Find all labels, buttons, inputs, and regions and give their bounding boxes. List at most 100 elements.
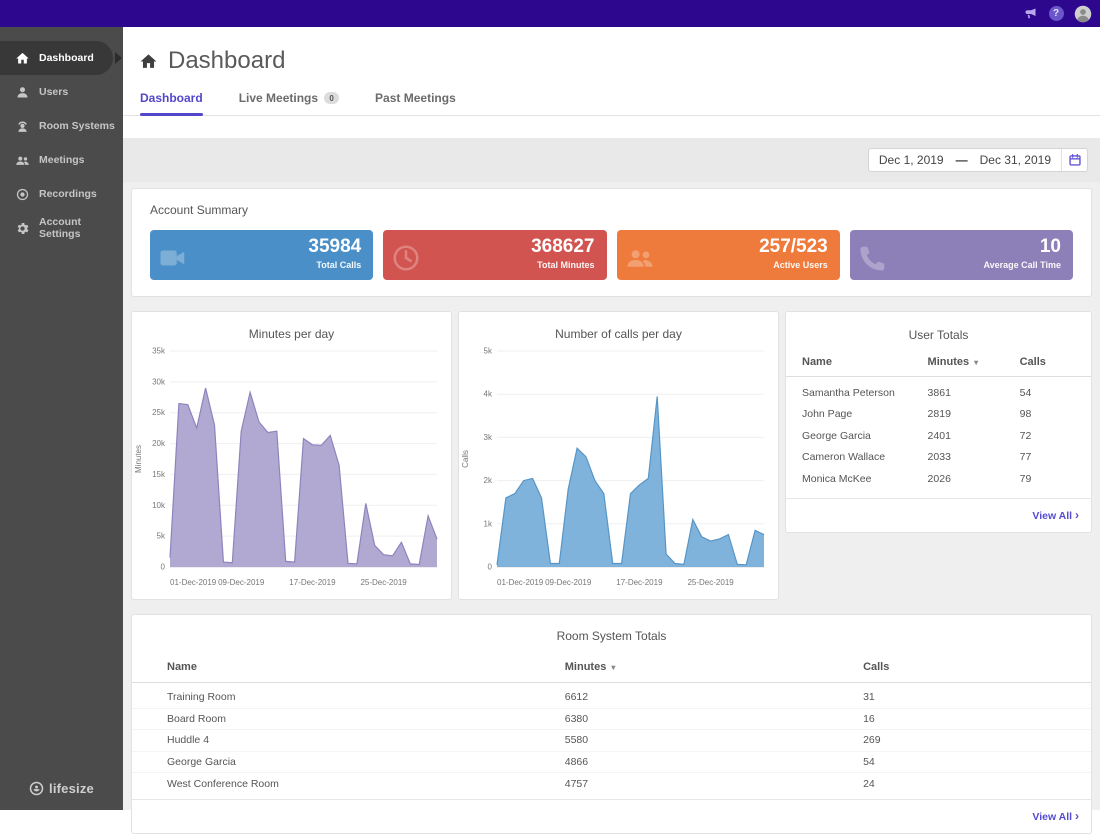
cell-name: George Garcia xyxy=(802,430,928,442)
tab-past-meetings[interactable]: Past Meetings xyxy=(375,91,456,115)
svg-text:1k: 1k xyxy=(484,519,493,528)
account-summary-title: Account Summary xyxy=(150,203,1073,217)
account-summary-card: Account Summary 35984 Total Calls 368627 To… xyxy=(131,188,1092,297)
summary-card-total-minutes: 368627 Total Minutes xyxy=(383,230,606,280)
user-totals-card: User Totals Name Minutes▾ Calls Samantha… xyxy=(785,311,1092,533)
date-range-picker[interactable]: Dec 1, 2019 — Dec 31, 2019 xyxy=(868,148,1088,172)
cell-name: Cameron Wallace xyxy=(802,451,928,463)
cell-minutes: 6380 xyxy=(565,713,863,725)
svg-text:3k: 3k xyxy=(484,433,493,442)
announcements-icon[interactable] xyxy=(1022,6,1038,22)
svg-text:17-Dec-2019: 17-Dec-2019 xyxy=(616,578,663,587)
svg-text:0: 0 xyxy=(161,563,166,572)
summary-label: Total Minutes xyxy=(395,260,594,270)
user-totals-header: Name Minutes▾ Calls xyxy=(786,356,1091,377)
cell-name: Board Room xyxy=(167,713,565,725)
col-calls[interactable]: Calls xyxy=(863,661,1071,673)
user-icon xyxy=(15,85,30,100)
cell-name: Training Room xyxy=(167,691,565,703)
summary-card-active-users: 257/523 Active Users xyxy=(617,230,840,280)
sidebar-item-label: Users xyxy=(39,86,68,98)
room-totals-title: Room System Totals xyxy=(132,615,1091,661)
cell-calls: 31 xyxy=(863,691,1071,703)
col-name[interactable]: Name xyxy=(802,356,928,368)
summary-value: 368627 xyxy=(395,237,594,258)
table-row: Huddle 45580269 xyxy=(132,730,1091,752)
summary-value: 35984 xyxy=(162,237,361,258)
sidebar-item-users[interactable]: Users xyxy=(0,75,123,109)
sidebar-item-label: Dashboard xyxy=(39,52,94,64)
calls-chart-title: Number of calls per day xyxy=(459,312,778,341)
cell-calls: 77 xyxy=(1020,451,1081,463)
col-name[interactable]: Name xyxy=(167,661,565,673)
cell-name: Samantha Peterson xyxy=(802,387,928,399)
svg-text:01-Dec-2019: 01-Dec-2019 xyxy=(497,578,544,587)
page-title: Dashboard xyxy=(168,47,285,75)
date-start[interactable]: Dec 1, 2019 xyxy=(869,153,954,167)
sidebar-item-recordings[interactable]: Recordings xyxy=(0,177,123,211)
svg-text:Minutes: Minutes xyxy=(134,445,143,473)
sidebar-item-label: Meetings xyxy=(39,154,85,166)
account-avatar[interactable] xyxy=(1074,5,1092,23)
cell-minutes: 2401 xyxy=(928,430,1020,442)
help-icon[interactable]: ? xyxy=(1048,6,1064,22)
gear-icon xyxy=(15,221,30,236)
col-calls[interactable]: Calls xyxy=(1020,356,1081,368)
cell-minutes: 4757 xyxy=(565,778,863,790)
summary-cards-row: 35984 Total Calls 368627 Total Minutes 257/5… xyxy=(150,230,1073,280)
room-totals-footer: View All › xyxy=(132,799,1091,833)
calls-per-day-chart: 01k2k3k4k5k01-Dec-201909-Dec-201917-Dec-… xyxy=(459,341,778,599)
date-filter-row: Dec 1, 2019 — Dec 31, 2019 xyxy=(123,138,1100,182)
cell-name: Huddle 4 xyxy=(167,734,565,746)
calendar-icon[interactable] xyxy=(1061,149,1087,171)
cell-calls: 79 xyxy=(1020,473,1081,485)
user-totals-footer: View All › xyxy=(786,498,1091,532)
svg-text:10k: 10k xyxy=(152,501,166,510)
tab-dashboard[interactable]: Dashboard xyxy=(140,91,203,115)
cell-calls: 16 xyxy=(863,713,1071,725)
summary-value: 257/523 xyxy=(629,237,828,258)
table-row: Training Room661231 xyxy=(132,687,1091,709)
svg-text:5k: 5k xyxy=(157,532,166,541)
room-view-all-link[interactable]: View All › xyxy=(1032,811,1079,823)
room-system-icon xyxy=(14,118,30,134)
table-row: Samantha Peterson386154 xyxy=(786,382,1091,404)
minutes-per-day-chart: 05k10k15k20k25k30k35k01-Dec-201909-Dec-2… xyxy=(132,341,451,599)
meetings-icon xyxy=(15,153,30,168)
calls-per-day-chart-card: Number of calls per day 01k2k3k4k5k01-De… xyxy=(458,311,779,600)
svg-text:15k: 15k xyxy=(152,470,166,479)
user-view-all-link[interactable]: View All › xyxy=(1032,510,1079,522)
sidebar-item-account-settings[interactable]: Account Settings xyxy=(0,211,123,245)
sidebar-item-room-systems[interactable]: Room Systems xyxy=(0,109,123,143)
cell-name: West Conference Room xyxy=(167,778,565,790)
col-minutes[interactable]: Minutes▾ xyxy=(928,356,1020,368)
room-totals-header: Name Minutes▾ Calls xyxy=(132,661,1091,683)
cell-calls: 54 xyxy=(863,756,1071,768)
minutes-per-day-chart-card: Minutes per day 05k10k15k20k25k30k35k01-… xyxy=(131,311,452,600)
summary-label: Total Calls xyxy=(162,260,361,270)
question-mark: ? xyxy=(1049,6,1064,21)
col-minutes[interactable]: Minutes▾ xyxy=(565,661,863,673)
tab-live-meetings[interactable]: Live Meetings 0 xyxy=(239,91,339,115)
summary-card-total-calls: 35984 Total Calls xyxy=(150,230,373,280)
sidebar-item-meetings[interactable]: Meetings xyxy=(0,143,123,177)
svg-text:35k: 35k xyxy=(152,347,166,356)
svg-text:0: 0 xyxy=(488,563,493,572)
svg-text:Calls: Calls xyxy=(461,450,470,468)
table-row: Board Room638016 xyxy=(132,709,1091,731)
top-bar: ? xyxy=(0,0,1100,27)
summary-value: 10 xyxy=(862,237,1061,258)
date-end[interactable]: Dec 31, 2019 xyxy=(970,153,1061,167)
cell-calls: 98 xyxy=(1020,408,1081,420)
sidebar-item-label: Room Systems xyxy=(39,120,115,132)
sidebar-item-dashboard[interactable]: Dashboard xyxy=(0,41,113,75)
cell-minutes: 4866 xyxy=(565,756,863,768)
summary-label: Active Users xyxy=(629,260,828,270)
home-icon xyxy=(15,51,30,66)
tab-bar: Dashboard Live Meetings 0 Past Meetings xyxy=(123,91,1100,116)
cell-name: John Page xyxy=(802,408,928,420)
user-icon xyxy=(14,84,30,100)
svg-text:09-Dec-2019: 09-Dec-2019 xyxy=(218,578,265,587)
cell-calls: 269 xyxy=(863,734,1071,746)
charts-row: Minutes per day 05k10k15k20k25k30k35k01-… xyxy=(131,311,1092,600)
